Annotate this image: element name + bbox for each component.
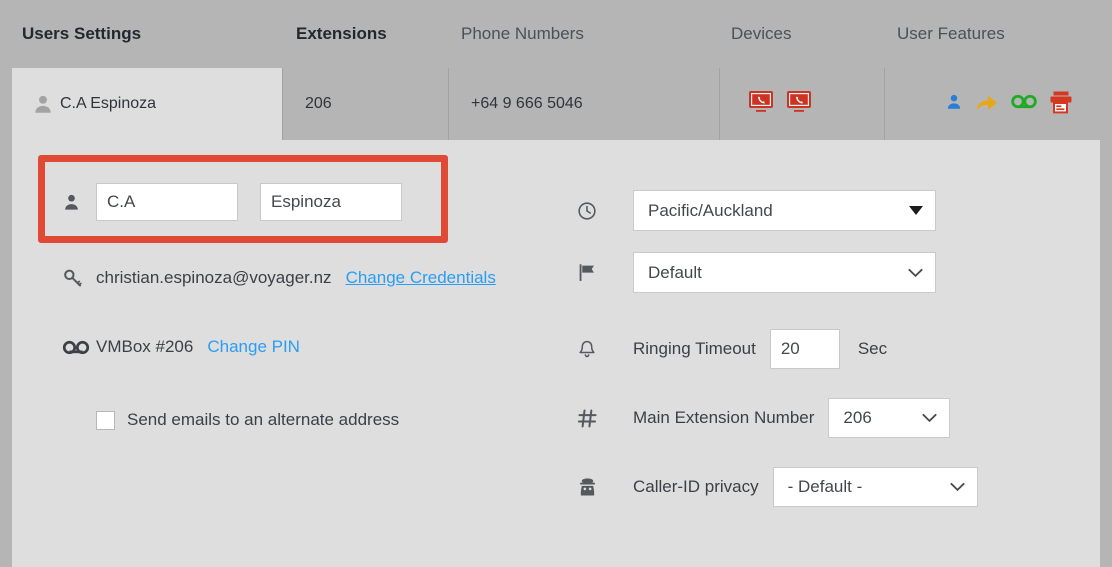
main-extension-select[interactable]: 206 <box>828 398 951 438</box>
caller-id-privacy-select[interactable]: - Default - <box>772 467 978 507</box>
voicemail-icon[interactable] <box>1011 93 1037 115</box>
alternate-email-row: Send emails to an alternate address <box>62 410 399 430</box>
caller-id-privacy-label: Caller-ID privacy <box>633 477 759 496</box>
caller-id-privacy-row: Caller-ID privacy - Default - <box>577 467 978 507</box>
summary-cell-user[interactable]: C.A Espinoza <box>12 68 283 140</box>
first-name-input[interactable] <box>96 183 238 221</box>
chevron-down-icon <box>922 413 937 423</box>
timezone-select[interactable]: Pacific/Auckland <box>633 190 936 231</box>
summary-phone-value: +64 9 666 5046 <box>471 95 583 112</box>
voicemail-icon <box>62 340 96 355</box>
header-tab-user-features[interactable]: User Features <box>897 24 1005 44</box>
avatar-icon <box>32 93 54 115</box>
device-icons-group <box>748 90 812 119</box>
ringing-timeout-unit: Sec <box>857 339 888 358</box>
deskphone-icon[interactable] <box>786 90 812 119</box>
header-tab-extensions[interactable]: Extensions <box>296 24 387 44</box>
ringing-timeout-label: Ringing Timeout <box>633 339 756 358</box>
user-icon[interactable] <box>945 92 963 117</box>
credentials-row: christian.espinoza@voyager.nz Change Cre… <box>62 268 496 288</box>
users-settings-page: Users Settings Extensions Phone Numbers … <box>0 0 1112 567</box>
ringing-timeout-row: Ringing Timeout Sec <box>577 329 887 369</box>
main-extension-label: Main Extension Number <box>633 408 815 427</box>
bell-icon <box>577 339 611 360</box>
language-row: Default <box>577 252 936 293</box>
hash-icon <box>577 408 611 429</box>
summary-extension-value: 206 <box>305 95 332 112</box>
change-credentials-link[interactable]: Change Credentials <box>346 268 496 288</box>
summary-cell-user-features[interactable] <box>885 68 1100 140</box>
change-pin-link[interactable]: Change PIN <box>207 337 300 357</box>
header-tab-phone-numbers[interactable]: Phone Numbers <box>461 24 584 44</box>
call-forward-icon[interactable] <box>975 92 999 117</box>
summary-cell-extension[interactable]: 206 <box>283 68 449 140</box>
main-extension-value: 206 <box>843 408 872 427</box>
language-value: Default <box>648 262 702 282</box>
header-tab-users-settings[interactable]: Users Settings <box>22 24 141 44</box>
voicemail-box-label: VMBox #206 <box>96 337 194 356</box>
voicemail-row: VMBox #206 Change PIN <box>62 337 300 357</box>
summary-cell-phone-number[interactable]: +64 9 666 5046 <box>449 68 720 140</box>
timezone-row: Pacific/Auckland <box>577 190 936 231</box>
summary-cell-devices[interactable] <box>720 68 885 140</box>
credentials-email: christian.espinoza@voyager.nz <box>96 268 332 287</box>
alternate-email-checkbox[interactable] <box>96 410 115 430</box>
user-summary-row: C.A Espinoza 206 +64 9 666 5046 <box>12 68 1100 140</box>
ringing-timeout-input[interactable] <box>769 329 840 369</box>
chevron-down-icon <box>950 482 965 492</box>
clock-icon <box>577 201 611 221</box>
summary-user-name: C.A Espinoza <box>60 95 157 112</box>
chevron-down-icon <box>908 268 923 278</box>
caller-id-privacy-value: - Default - <box>787 477 863 496</box>
last-name-input[interactable] <box>260 183 402 221</box>
page-header: Users Settings Extensions Phone Numbers … <box>0 0 1112 68</box>
fax-icon[interactable] <box>1049 90 1073 119</box>
spy-icon <box>577 477 611 498</box>
chevron-down-icon <box>909 206 923 215</box>
deskphone-icon[interactable] <box>748 90 774 119</box>
alternate-email-label: Send emails to an alternate address <box>127 410 400 429</box>
header-tab-devices[interactable]: Devices <box>731 24 791 44</box>
person-icon <box>62 193 96 212</box>
language-select[interactable]: Default <box>633 252 936 293</box>
name-row <box>62 183 402 221</box>
feature-icons-group <box>945 90 1073 119</box>
flag-icon <box>577 262 611 283</box>
main-extension-row: Main Extension Number 206 <box>577 398 951 438</box>
key-icon <box>62 268 96 288</box>
user-settings-panel: christian.espinoza@voyager.nz Change Cre… <box>12 140 1100 567</box>
timezone-value: Pacific/Auckland <box>648 200 773 220</box>
